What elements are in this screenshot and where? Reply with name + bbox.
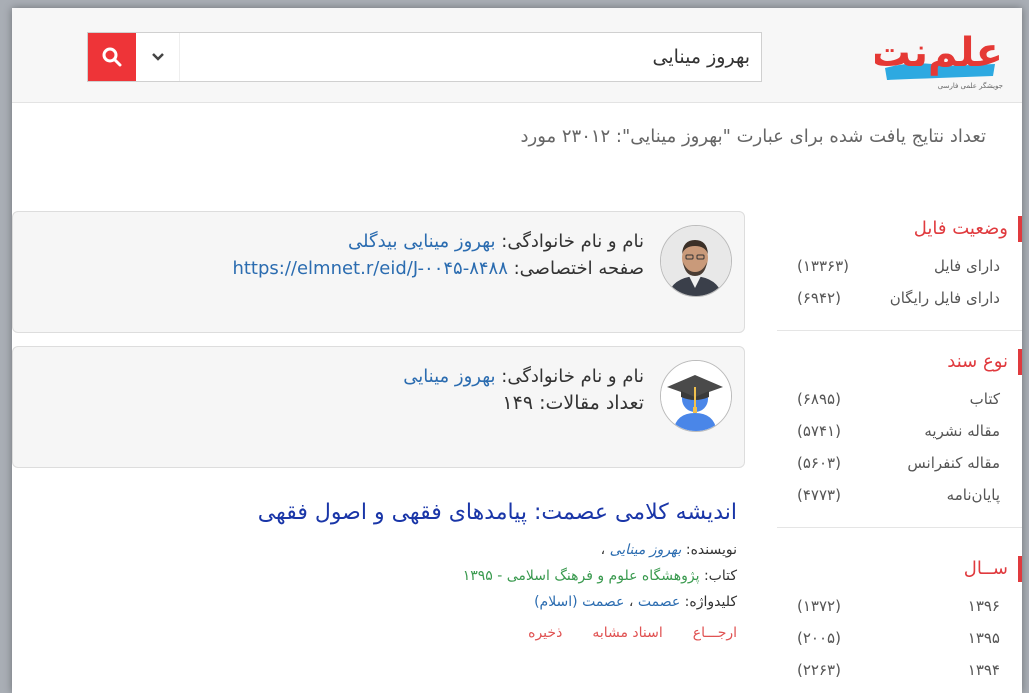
result-actions: ارجـــاع اسناد مشابه ذخیره bbox=[37, 625, 737, 641]
author-label: نویسنده: bbox=[685, 542, 737, 558]
result-keywords-line: کلیدواژه: عصمت ، عصمت (اسلام) bbox=[37, 589, 737, 615]
facet-item-count: (۲۲۶۳) bbox=[797, 661, 841, 679]
facet-item-count: (۱۳۳۶۳) bbox=[797, 257, 850, 275]
search-input[interactable] bbox=[180, 33, 760, 81]
separator: ، bbox=[628, 594, 634, 610]
facet-year: ســال ۱۳۹۶ (۱۳۷۲) ۱۳۹۵ (۲۰۰۵) ۱۳۹۴ (۲۲۶۳) bbox=[777, 528, 1022, 693]
author-photo bbox=[660, 225, 732, 297]
facet-item[interactable]: ۱۳۹۴ (۲۲۶۳) bbox=[797, 654, 1004, 686]
chevron-down-icon bbox=[151, 53, 164, 61]
facet-item-label: پایان‌نامه bbox=[946, 486, 1000, 504]
author-card[interactable]: نام و نام خانوادگی: بهروز مینایی تعداد م… bbox=[12, 346, 745, 468]
search-button[interactable] bbox=[88, 33, 136, 81]
cite-button[interactable]: ارجـــاع bbox=[693, 625, 737, 641]
facet-item-count: (۵۷۴۱) bbox=[797, 422, 841, 440]
facet-item[interactable]: مقاله نشریه (۵۷۴۱) bbox=[797, 415, 1004, 447]
result-author-line: نویسنده: بهروز مینایی ، bbox=[37, 537, 737, 563]
facet-item-label: کتاب bbox=[969, 390, 1000, 408]
results-count: تعداد نتایج یافت شده برای عبارت "بهروز م… bbox=[520, 126, 986, 147]
facet-item-label: ۱۳۹۴ bbox=[967, 661, 1000, 679]
facet-title: نوع سند bbox=[797, 349, 1022, 375]
name-label: نام و نام خانوادگی: bbox=[501, 231, 644, 252]
facet-item[interactable]: کتاب (۶۸۹۵) bbox=[797, 383, 1004, 415]
author-card[interactable]: نام و نام خانوادگی: بهروز مینایی بیدگلی … bbox=[12, 211, 745, 333]
search-filter-dropdown[interactable] bbox=[136, 33, 180, 81]
search-icon bbox=[102, 47, 122, 67]
articles-count-label: تعداد مقالات: bbox=[539, 392, 644, 414]
facet-item-label: مقاله نشریه bbox=[924, 422, 1000, 440]
facet-item-count: (۶۸۹۵) bbox=[797, 390, 841, 408]
facet-item-label: مقاله کنفرانس bbox=[907, 454, 1000, 472]
author-name-link[interactable]: بهروز مینایی بیدگلی bbox=[348, 231, 496, 252]
author-name-link[interactable]: بهروز مینایی bbox=[403, 366, 495, 387]
filter-sidebar: وضعیت فایل دارای فایل (۱۳۳۶۳) دارای فایل … bbox=[777, 208, 1022, 693]
name-label: نام و نام خانوادگی: bbox=[501, 366, 644, 387]
logo-brand: علم‌نت bbox=[875, 30, 1003, 76]
keywords-label: کلیدواژه: bbox=[684, 594, 737, 610]
facet-item[interactable]: ۱۳۹۵ (۲۰۰۵) bbox=[797, 622, 1004, 654]
search-result: اندیشه کلامی عصمت: پیامدهای فقهی و اصول … bbox=[37, 500, 737, 641]
profile-label: صفحه اختصاصی: bbox=[513, 258, 644, 279]
keyword-link[interactable]: عصمت bbox=[638, 594, 680, 610]
logo-tagline: جویشگر علمی فارسی bbox=[938, 81, 1003, 90]
facet-file-status: وضعیت فایل دارای فایل (۱۳۳۶۳) دارای فایل … bbox=[777, 208, 1022, 331]
facet-item-label: دارای فایل bbox=[933, 257, 1000, 275]
facet-item[interactable]: دارای فایل رایگان (۶۹۴۲) bbox=[797, 282, 1004, 314]
similar-docs-button[interactable]: اسناد مشابه bbox=[592, 625, 662, 641]
facet-item-label: دارای فایل رایگان bbox=[889, 289, 1000, 307]
result-author-link[interactable]: بهروز مینایی bbox=[610, 542, 682, 558]
facet-item[interactable]: ۱۳۹۶ (۱۳۷۲) bbox=[797, 590, 1004, 622]
facet-item-count: (۵۶۰۳) bbox=[797, 454, 841, 472]
default-avatar bbox=[660, 360, 732, 432]
facet-item[interactable]: پایان‌نامه (۴۷۷۳) bbox=[797, 479, 1004, 511]
profile-url-link[interactable]: https://elmnet.r/eid/J-۰۰۴۵-۸۴۸۸ bbox=[232, 258, 507, 279]
keyword-link[interactable]: عصمت (اسلام) bbox=[534, 594, 624, 610]
search-bar bbox=[87, 32, 762, 82]
result-title-link[interactable]: اندیشه کلامی عصمت: پیامدهای فقهی و اصول … bbox=[37, 500, 737, 525]
facet-doc-type: نوع سند کتاب (۶۸۹۵) مقاله نشریه (۵۷۴۱) مقا… bbox=[777, 331, 1022, 528]
facet-item-count: (۲۰۰۵) bbox=[797, 629, 841, 647]
save-button[interactable]: ذخیره bbox=[528, 625, 562, 641]
facet-title: ســال bbox=[797, 556, 1022, 582]
facet-item-count: (۱۳۷۲) bbox=[797, 597, 841, 615]
result-book-line: کتاب: پژوهشگاه علوم و فرهنگ اسلامی - ۱۳۹… bbox=[37, 563, 737, 589]
elmnet-logo[interactable]: علم‌نت جویشگر علمی فارسی bbox=[871, 18, 1010, 98]
facet-item[interactable]: مقاله کنفرانس (۵۶۰۳) bbox=[797, 447, 1004, 479]
header: علم‌نت جویشگر علمی فارسی bbox=[12, 8, 1022, 103]
articles-count-value: ۱۴۹ bbox=[502, 392, 534, 414]
result-book-link[interactable]: پژوهشگاه علوم و فرهنگ اسلامی - ۱۳۹۵ bbox=[463, 568, 700, 584]
browser-frame: علم‌نت جویشگر علمی فارسی تعداد نتایج یاف… bbox=[12, 8, 1022, 693]
separator: ، bbox=[600, 542, 606, 558]
book-label: کتاب: bbox=[703, 568, 737, 584]
facet-item-label: ۱۳۹۶ bbox=[967, 597, 1000, 615]
facet-item-label: ۱۳۹۵ bbox=[967, 629, 1000, 647]
facet-item-count: (۶۹۴۲) bbox=[797, 289, 841, 307]
facet-title: وضعیت فایل bbox=[797, 216, 1022, 242]
facet-item-count: (۴۷۷۳) bbox=[797, 486, 841, 504]
facet-item[interactable]: دارای فایل (۱۳۳۶۳) bbox=[797, 250, 1004, 282]
